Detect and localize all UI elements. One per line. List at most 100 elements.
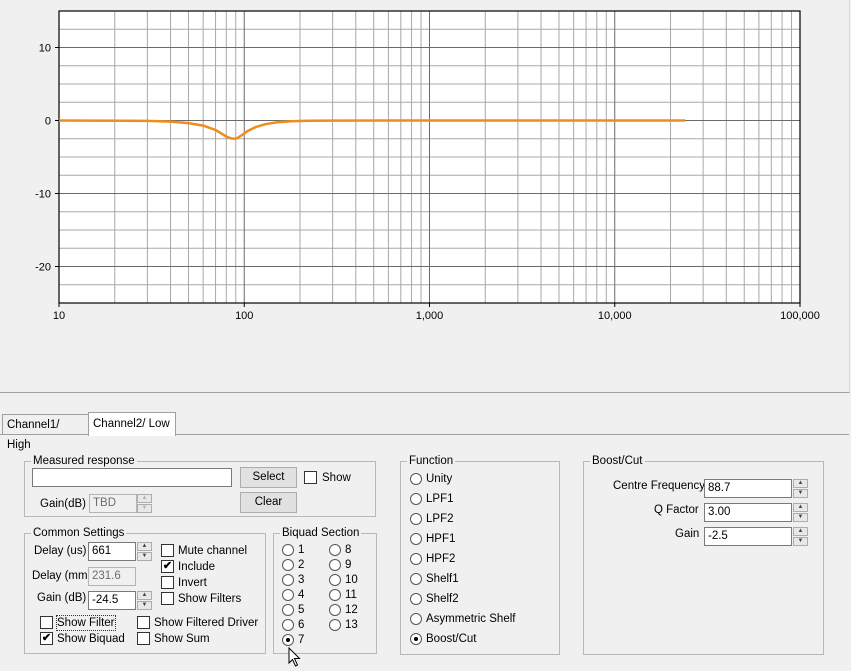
biquad-6-label: 6: [298, 619, 305, 631]
gain-db-input[interactable]: -24.5: [88, 591, 136, 610]
group-title: Measured response: [31, 454, 137, 468]
biquad-4-label: 4: [298, 589, 305, 601]
spin-down-icon[interactable]: ▼: [793, 537, 808, 546]
gain-db-label: Gain (dB): [37, 592, 87, 604]
show-sum-checkbox[interactable]: [137, 632, 150, 645]
measured-gain-label: Gain(dB): [40, 498, 87, 510]
function-asymmetric-shelf-label: Asymmetric Shelf: [426, 613, 516, 625]
biquad-1-label: 1: [298, 544, 305, 556]
q-factor-spinner[interactable]: ▲ ▼: [793, 503, 808, 522]
biquad-8-radio[interactable]: [329, 544, 341, 556]
spin-down-icon[interactable]: ▼: [137, 552, 152, 561]
biquad-6-radio[interactable]: [282, 619, 294, 631]
tab-channel2-low[interactable]: Channel2/ Low: [88, 412, 176, 436]
show-biquad-checkbox[interactable]: ✔: [40, 632, 53, 645]
measured-file-input[interactable]: [32, 468, 232, 487]
mute-channel-label: Mute channel: [178, 545, 248, 557]
spin-up-icon[interactable]: ▲: [793, 527, 808, 536]
function-hpf2-radio[interactable]: [410, 553, 422, 565]
show-filter-checkbox[interactable]: [40, 616, 53, 629]
function-boost-cut-radio[interactable]: [410, 633, 422, 645]
biquad-5-radio[interactable]: [282, 604, 294, 616]
biquad-4-radio[interactable]: [282, 589, 294, 601]
x-tick-label: 10,000: [598, 310, 632, 322]
y-tick-label: -10: [35, 189, 51, 201]
q-factor-input[interactable]: 3.00: [704, 503, 792, 522]
function-lpf2-label: LPF2: [426, 513, 454, 525]
biquad-5-label: 5: [298, 604, 305, 616]
boost-gain-label: Gain: [675, 528, 700, 540]
biquad-3-label: 3: [298, 574, 305, 586]
spin-up-icon[interactable]: ▲: [137, 494, 152, 503]
biquad-2-radio[interactable]: [282, 559, 294, 571]
boost-gain-input[interactable]: -2.5: [704, 527, 792, 546]
invert-checkbox[interactable]: [161, 576, 174, 589]
show-measured-checkbox[interactable]: [304, 471, 317, 484]
spin-up-icon[interactable]: ▲: [793, 503, 808, 512]
measured-gain-spinner[interactable]: ▲ ▼: [137, 494, 152, 513]
function-lpf1-label: LPF1: [426, 493, 454, 505]
biquad-13-label: 13: [345, 619, 358, 631]
delay-mm-label: Delay (mm): [32, 570, 92, 582]
spin-up-icon[interactable]: ▲: [137, 591, 152, 600]
function-hpf1-radio[interactable]: [410, 533, 422, 545]
x-tick-label: 1,000: [416, 310, 444, 322]
biquad-3-radio[interactable]: [282, 574, 294, 586]
show-filters-label: Show Filters: [178, 593, 242, 605]
function-unity-label: Unity: [426, 473, 453, 485]
biquad-12-label: 12: [345, 604, 358, 616]
biquad-10-radio[interactable]: [329, 574, 341, 586]
function-shelf2-radio[interactable]: [410, 593, 422, 605]
spin-down-icon[interactable]: ▼: [793, 513, 808, 522]
show-filtered-driver-label: Show Filtered Driver: [154, 617, 259, 629]
measured-gain-input[interactable]: TBD: [89, 494, 137, 513]
delay-mm-input[interactable]: 231.6: [88, 567, 136, 586]
delay-us-input[interactable]: 661: [88, 542, 136, 561]
clear-button[interactable]: Clear: [240, 492, 297, 513]
biquad-9-label: 9: [345, 559, 352, 571]
centre-frequency-input[interactable]: 88.7: [704, 479, 792, 498]
function-boost-cut-label: Boost/Cut: [426, 633, 477, 645]
group-title: Biquad Section: [280, 526, 362, 540]
boost-gain-spinner[interactable]: ▲ ▼: [793, 527, 808, 546]
function-shelf1-radio[interactable]: [410, 573, 422, 585]
biquad-10-label: 10: [345, 574, 358, 586]
mouse-cursor-icon: [288, 647, 301, 667]
delay-us-spinner[interactable]: ▲ ▼: [137, 542, 152, 561]
function-hpf1-label: HPF1: [426, 533, 456, 545]
show-filtered-driver-checkbox[interactable]: [137, 616, 150, 629]
biquad-1-radio[interactable]: [282, 544, 294, 556]
spin-down-icon[interactable]: ▼: [793, 489, 808, 498]
spin-up-icon[interactable]: ▲: [793, 479, 808, 488]
biquad-11-radio[interactable]: [329, 589, 341, 601]
function-lpf2-radio[interactable]: [410, 513, 422, 525]
spin-down-icon[interactable]: ▼: [137, 504, 152, 513]
function-unity-radio[interactable]: [410, 473, 422, 485]
tab-label: Channel2/ Low: [93, 418, 170, 430]
biquad-7-radio[interactable]: [282, 634, 294, 646]
delay-us-label: Delay (us): [34, 545, 87, 557]
function-hpf2-label: HPF2: [426, 553, 456, 565]
function-lpf1-radio[interactable]: [410, 493, 422, 505]
x-tick-label: 10: [53, 310, 65, 322]
tab-channel1-high[interactable]: Channel1/ High: [2, 414, 89, 451]
show-sum-label: Show Sum: [154, 633, 210, 645]
show-filters-checkbox[interactable]: [161, 592, 174, 605]
gain-db-spinner[interactable]: ▲ ▼: [137, 591, 152, 610]
function-shelf1-label: Shelf1: [426, 573, 459, 585]
show-label: Show: [322, 472, 351, 484]
biquad-9-radio[interactable]: [329, 559, 341, 571]
spin-down-icon[interactable]: ▼: [137, 601, 152, 610]
invert-label: Invert: [178, 577, 207, 589]
function-asymmetric-shelf-radio[interactable]: [410, 613, 422, 625]
mute-channel-checkbox[interactable]: [161, 544, 174, 557]
include-label: Include: [178, 561, 216, 573]
group-title: Boost/Cut: [590, 454, 645, 468]
centre-frequency-spinner[interactable]: ▲ ▼: [793, 479, 808, 498]
include-checkbox[interactable]: ✔: [161, 560, 174, 573]
select-button[interactable]: Select: [240, 467, 297, 488]
biquad-13-radio[interactable]: [329, 619, 341, 631]
y-tick-label: 0: [45, 116, 51, 128]
biquad-12-radio[interactable]: [329, 604, 341, 616]
spin-up-icon[interactable]: ▲: [137, 542, 152, 551]
